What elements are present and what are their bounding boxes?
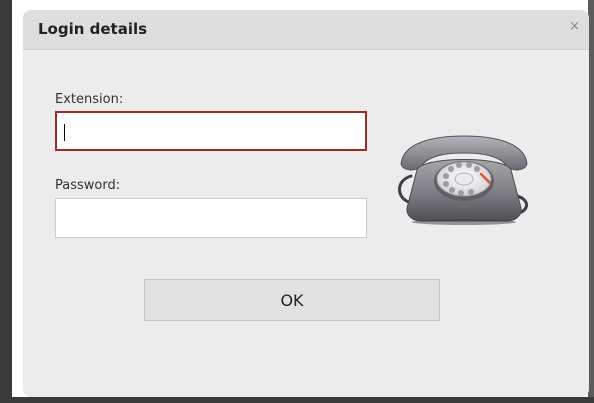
rotary-phone-icon: [398, 135, 528, 225]
text-caret: [64, 124, 65, 141]
ok-button-label: OK: [280, 290, 304, 310]
dialog-title: Login details: [38, 20, 148, 38]
window-edge-left: [0, 0, 12, 403]
extension-label: Extension:: [55, 92, 124, 107]
extension-field[interactable]: [55, 111, 367, 151]
login-dialog: Login details × Extension: Password: OK: [23, 10, 589, 397]
window-edge-bottom: [0, 397, 594, 403]
password-label: Password:: [55, 178, 121, 193]
ok-button[interactable]: OK: [144, 279, 440, 321]
dialog-titlebar: Login details ×: [23, 10, 589, 50]
password-field[interactable]: [55, 198, 367, 238]
close-icon[interactable]: ×: [569, 19, 580, 34]
